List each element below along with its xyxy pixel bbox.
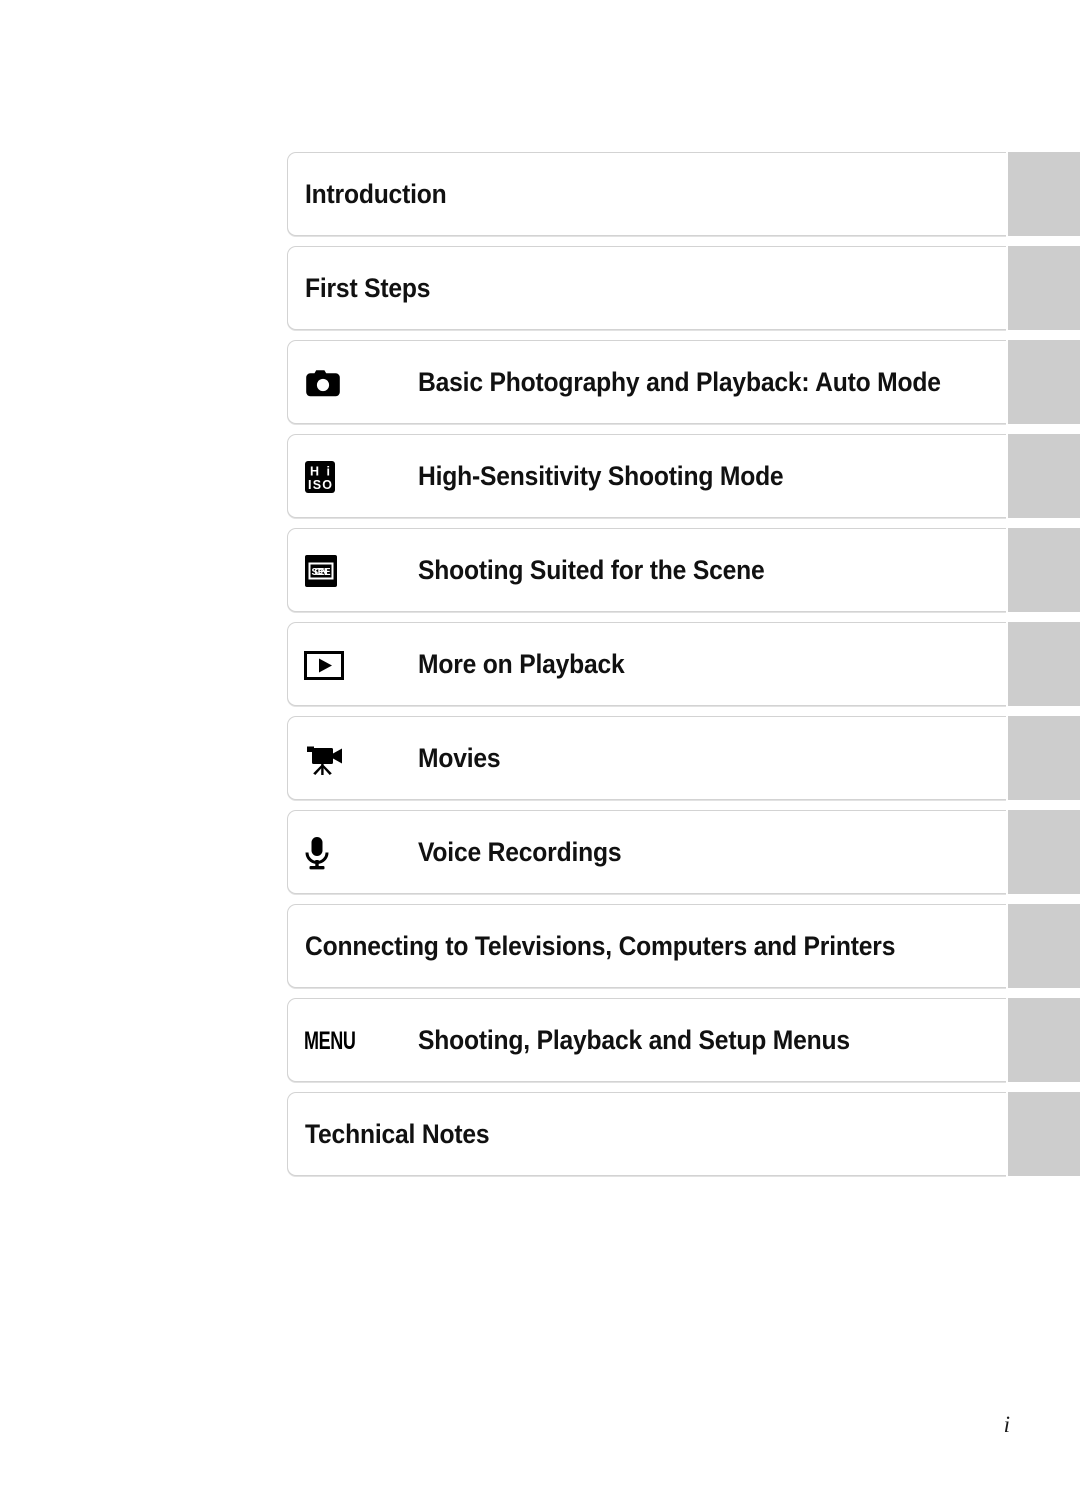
toc-row[interactable]: Hi ISO High-Sensitivity Shooting Mode bbox=[287, 434, 1080, 518]
menu-icon-label: MENU bbox=[304, 1026, 356, 1055]
toc-row[interactable]: SCENE Shooting Suited for the Scene bbox=[287, 528, 1080, 612]
toc-entry[interactable]: Basic Photography and Playback: Auto Mod… bbox=[287, 340, 1006, 424]
toc-row[interactable]: Basic Photography and Playback: Auto Mod… bbox=[287, 340, 1080, 424]
toc-entry-title: Movies bbox=[418, 742, 501, 773]
toc-row[interactable]: Introduction bbox=[287, 152, 1080, 236]
chapter-tab-marker bbox=[1008, 810, 1080, 894]
menu-icon: MENU bbox=[304, 999, 366, 1083]
toc-entry[interactable]: Connecting to Televisions, Computers and… bbox=[287, 904, 1006, 988]
toc-entry-title: Basic Photography and Playback: Auto Mod… bbox=[418, 366, 941, 397]
toc-entry[interactable]: SCENE Shooting Suited for the Scene bbox=[287, 528, 1006, 612]
chapter-tab-marker bbox=[1008, 340, 1080, 424]
toc-row[interactable]: Movies bbox=[287, 716, 1080, 800]
toc-row[interactable]: Technical Notes bbox=[287, 1092, 1080, 1176]
toc-row[interactable]: Connecting to Televisions, Computers and… bbox=[287, 904, 1080, 988]
page-number: i bbox=[1003, 1412, 1010, 1437]
chapter-tab-marker bbox=[1008, 904, 1080, 988]
toc-row[interactable]: First Steps bbox=[287, 246, 1080, 330]
toc-entry[interactable]: Voice Recordings bbox=[287, 810, 1006, 894]
scene-icon: SCENE bbox=[304, 529, 366, 613]
toc-entry[interactable]: Technical Notes bbox=[287, 1092, 1006, 1176]
toc-row[interactable]: More on Playback bbox=[287, 622, 1080, 706]
toc-entry[interactable]: First Steps bbox=[287, 246, 1006, 330]
chapter-tab-marker bbox=[1008, 434, 1080, 518]
chapter-tab-marker bbox=[1008, 622, 1080, 706]
table-of-contents: Introduction First Steps Basic Photography… bbox=[287, 152, 1080, 1186]
toc-entry-title: High-Sensitivity Shooting Mode bbox=[418, 460, 784, 491]
svg-text:SCENE: SCENE bbox=[312, 567, 331, 578]
toc-entry[interactable]: Movies bbox=[287, 716, 1006, 800]
movie-icon bbox=[304, 717, 366, 801]
toc-entry[interactable]: Hi ISO High-Sensitivity Shooting Mode bbox=[287, 434, 1006, 518]
toc-entry-title: More on Playback bbox=[418, 648, 625, 679]
camera-icon bbox=[304, 341, 366, 425]
toc-entry-title: First Steps bbox=[305, 272, 431, 303]
chapter-tab-marker bbox=[1008, 1092, 1080, 1176]
chapter-tab-marker bbox=[1008, 716, 1080, 800]
toc-entry-title: Technical Notes bbox=[305, 1118, 490, 1149]
chapter-tab-marker bbox=[1008, 246, 1080, 330]
toc-entry-title: Introduction bbox=[305, 178, 447, 209]
microphone-icon bbox=[304, 811, 366, 895]
toc-entry-title: Shooting, Playback and Setup Menus bbox=[418, 1024, 850, 1055]
chapter-tab-marker bbox=[1008, 998, 1080, 1082]
toc-row[interactable]: MENU Shooting, Playback and Setup Menus bbox=[287, 998, 1080, 1082]
toc-entry[interactable]: MENU Shooting, Playback and Setup Menus bbox=[287, 998, 1006, 1082]
play-icon bbox=[304, 623, 366, 707]
hi-iso-icon: Hi ISO bbox=[304, 435, 366, 519]
chapter-tab-marker bbox=[1008, 152, 1080, 236]
toc-entry-title: Shooting Suited for the Scene bbox=[418, 554, 765, 585]
toc-entry[interactable]: More on Playback bbox=[287, 622, 1006, 706]
toc-entry-title: Connecting to Televisions, Computers and… bbox=[305, 930, 896, 961]
toc-row[interactable]: Voice Recordings bbox=[287, 810, 1080, 894]
manual-toc-page: Introduction First Steps Basic Photography… bbox=[0, 0, 1080, 1486]
chapter-tab-marker bbox=[1008, 528, 1080, 612]
toc-entry[interactable]: Introduction bbox=[287, 152, 1006, 236]
toc-entry-title: Voice Recordings bbox=[418, 836, 622, 867]
